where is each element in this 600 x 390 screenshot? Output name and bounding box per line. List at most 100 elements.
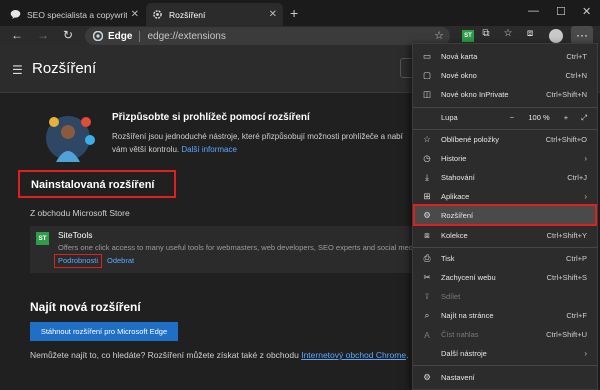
promo-illustration xyxy=(28,110,104,165)
menu-label: Oblíbené položky xyxy=(441,135,499,144)
history-icon: ◷ xyxy=(423,153,431,163)
menu-item-new-window[interactable]: ▢ Nové okno Ctrl+N xyxy=(413,66,597,85)
menu-label: Nové okno InPrivate xyxy=(441,90,509,99)
menu-shortcut: Ctrl+N xyxy=(565,71,587,80)
promo-text-line: Rozšíření jsou jednoduché nástroje, kter… xyxy=(112,132,403,141)
promo-text-line2: vám větší kontrolu. xyxy=(112,145,180,154)
menu-item-zoom: Lupa − 100 % + ⤢ xyxy=(413,108,597,127)
extension-name: SiteTools xyxy=(58,230,93,240)
menu-shortcut: Ctrl+Shift+U xyxy=(546,330,587,339)
split-screen-icon[interactable]: ⧉ xyxy=(478,28,494,39)
zoom-value: 100 % xyxy=(528,113,550,122)
menu-item-collections[interactable]: ⧈ Kolekce Ctrl+Shift+Y xyxy=(413,226,597,245)
menu-item-read-aloud[interactable]: A Číst nahlas Ctrl+Shift+U xyxy=(413,325,597,344)
menu-item-extensions[interactable]: ⚙ Rozšíření xyxy=(413,204,597,226)
collections-icon: ⧈ xyxy=(424,230,430,240)
gear-icon xyxy=(152,9,163,20)
settings-icon: ⚙ xyxy=(423,372,431,382)
not-found-prefix: Nemůžete najít to, co hledáte? Rozšíření… xyxy=(30,350,302,360)
address-bar[interactable]: Edge edge://extensions ☆ xyxy=(85,27,450,45)
refresh-icon[interactable]: ↻ xyxy=(60,28,76,42)
installed-extensions-heading: Nainstalovaná rozšíření xyxy=(18,170,176,198)
get-extensions-button[interactable]: Stáhnout rozšíření pro Microsoft Edge xyxy=(30,322,178,341)
apps-icon: ⊞ xyxy=(423,191,431,201)
menu-item-favorites[interactable]: ☆ Oblíbené položky Ctrl+Shift+O xyxy=(413,130,597,149)
menu-label: Najít na stránce xyxy=(441,311,494,320)
avatar[interactable] xyxy=(549,29,563,43)
menu-divider xyxy=(413,247,597,248)
menu-label: Sdílet xyxy=(441,292,461,301)
collections-icon[interactable]: ⧈ xyxy=(522,28,538,39)
menu-item-new-tab[interactable]: ▭ Nová karta Ctrl+T xyxy=(413,47,597,66)
page-title: Rozšíření xyxy=(32,60,97,77)
tab-title: Rozšíření xyxy=(169,9,206,20)
zoom-in-button[interactable]: + xyxy=(557,113,575,122)
hamburger-menu-icon[interactable]: ☰ xyxy=(12,63,23,77)
new-tab-icon: ▭ xyxy=(422,51,432,61)
minimize-icon[interactable]: — xyxy=(528,5,539,17)
not-found-text: Nemůžete najít to, co hledáte? Rozšíření… xyxy=(30,350,410,360)
url-text: edge://extensions xyxy=(147,30,226,42)
menu-item-inprivate[interactable]: ◫ Nové okno InPrivate Ctrl+Shift+N xyxy=(413,85,597,104)
menu-item-downloads[interactable]: ⤓ Stahování Ctrl+J xyxy=(413,168,597,187)
menu-label: Nastavení xyxy=(441,373,475,382)
read-aloud-icon: A xyxy=(424,329,430,340)
fullscreen-button[interactable]: ⤢ xyxy=(575,113,593,123)
find-extensions-heading: Najít nová rozšíření xyxy=(30,300,141,314)
new-tab-button[interactable]: + xyxy=(290,5,298,21)
menu-shortcut: Ctrl+P xyxy=(565,254,587,263)
promo-text: Rozšíření jsou jednoduché nástroje, kter… xyxy=(112,130,412,156)
back-icon[interactable]: ← xyxy=(9,28,25,42)
menu-item-web-capture[interactable]: ✂ Zachycení webu Ctrl+Shift+S xyxy=(413,268,597,287)
menu-label: Další nástroje xyxy=(441,349,487,358)
web-capture-icon: ✂ xyxy=(423,272,431,282)
speech-bubble-icon xyxy=(10,9,21,20)
menu-shortcut: Ctrl+Shift+S xyxy=(546,273,587,282)
menu-item-history[interactable]: ◷ Historie › xyxy=(413,149,597,168)
menu-item-find[interactable]: ⌕ Najít na stránce Ctrl+F xyxy=(413,306,597,325)
forward-icon[interactable]: → xyxy=(35,28,51,42)
menu-label: Nová karta xyxy=(441,52,478,61)
zoom-out-button[interactable]: − xyxy=(503,113,521,122)
tab-seo[interactable]: SEO specialista a copywriter Dar ✕ xyxy=(4,3,145,26)
menu-item-print[interactable]: ⎙ Tisk Ctrl+P xyxy=(413,249,597,268)
address-separator xyxy=(139,30,141,42)
close-icon[interactable]: ✕ xyxy=(131,9,139,20)
window-close-icon[interactable]: ✕ xyxy=(582,5,591,18)
promo-title: Přizpůsobte si prohlížeč pomocí rozšířen… xyxy=(112,112,310,123)
edge-logo-icon xyxy=(92,30,104,42)
chevron-right-icon: › xyxy=(584,349,587,358)
sitetools-icon: ST xyxy=(36,232,49,245)
menu-item-more-tools[interactable]: Další nástroje › xyxy=(413,344,597,363)
sitetools-extension-icon[interactable]: ST xyxy=(462,30,474,42)
share-icon: ⇪ xyxy=(423,291,431,301)
download-icon: ⤓ xyxy=(425,172,429,182)
menu-shortcut: Ctrl+F xyxy=(566,311,587,320)
menu-divider xyxy=(413,365,597,366)
tab-title: SEO specialista a copywriter Dar xyxy=(27,9,127,20)
menu-shortcut: Ctrl+J xyxy=(567,173,587,182)
print-icon: ⎙ xyxy=(423,253,431,263)
remove-link[interactable]: Odebrat xyxy=(107,256,134,265)
favorites-bar-icon[interactable]: ☆ xyxy=(500,28,516,39)
menu-item-settings[interactable]: ⚙ Nastavení xyxy=(413,368,597,387)
details-link[interactable]: Podrobnosti xyxy=(54,254,102,268)
favorite-star-icon[interactable]: ☆ xyxy=(434,29,444,42)
menu-label: Nové okno xyxy=(441,71,477,80)
tab-extensions[interactable]: Rozšíření ✕ xyxy=(146,3,283,26)
find-icon: ⌕ xyxy=(424,310,430,320)
inprivate-icon: ◫ xyxy=(422,89,432,99)
menu-label: Číst nahlas xyxy=(441,330,479,339)
chrome-store-link[interactable]: Internetový obchod Chrome xyxy=(301,350,406,360)
chevron-right-icon: › xyxy=(584,192,587,201)
menu-shortcut: Ctrl+T xyxy=(566,52,587,61)
menu-label: Rozšíření xyxy=(441,210,474,220)
new-window-icon: ▢ xyxy=(422,70,432,80)
close-icon[interactable]: ✕ xyxy=(269,9,277,20)
menu-label: Historie xyxy=(441,154,467,163)
maximize-icon[interactable]: ☐ xyxy=(556,5,566,18)
learn-more-link[interactable]: Další informace xyxy=(181,145,237,154)
menu-shortcut: Ctrl+Shift+N xyxy=(546,90,587,99)
menu-label: Zachycení webu xyxy=(441,273,496,282)
menu-item-share[interactable]: ⇪ Sdílet xyxy=(413,287,597,306)
